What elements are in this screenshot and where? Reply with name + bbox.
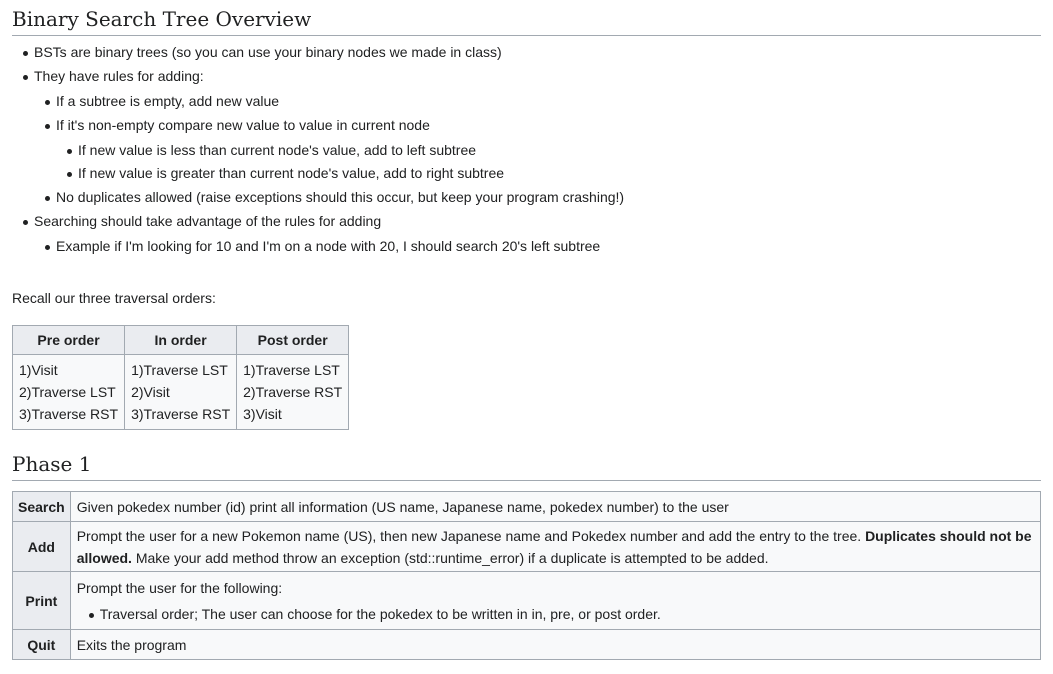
- list-item: If it's non-empty compare new value to v…: [45, 114, 1041, 184]
- list-item: No duplicates allowed (raise exceptions …: [45, 186, 1041, 208]
- add-text-1: Prompt the user for a new Pokemon name (…: [76, 527, 866, 544]
- row-label-search: Search: [12, 491, 71, 522]
- step: 1)Traverse LST: [243, 362, 340, 378]
- section-heading-phase-1: Phase 1: [12, 450, 1041, 481]
- search-description: Given pokedex number (id) print all info…: [69, 491, 1042, 522]
- list-item: Searching should take advantage of the r…: [23, 210, 1041, 257]
- step: 1)Traverse LST: [131, 362, 228, 378]
- table-header-row: Pre order In order Post order: [11, 325, 350, 355]
- table-row: Add Prompt the user for a new Pokemon na…: [12, 521, 1042, 572]
- row-label-print: Print: [12, 571, 71, 630]
- row-label-add: Add: [12, 521, 71, 572]
- section-heading-bst-overview: Binary Search Tree Overview: [12, 5, 1041, 36]
- table-row: Quit Exits the program: [12, 629, 1042, 660]
- in-order-steps: 1)Traverse LST 2)Visit 3)Traverse RST: [124, 354, 238, 430]
- compare-rules-list: If new value is less than current node's…: [56, 139, 1041, 184]
- list-item-text: They have rules for adding:: [34, 68, 204, 84]
- row-label-quit: Quit: [12, 629, 71, 660]
- list-item: BSTs are binary trees (so you can use yo…: [23, 41, 1041, 63]
- add-text-2: Make your add method throw an exception …: [131, 549, 769, 566]
- header-pre-order: Pre order: [11, 325, 126, 355]
- step: 3)Visit: [243, 406, 282, 422]
- step: 2)Visit: [131, 384, 170, 400]
- list-item: Example if I'm looking for 10 and I'm on…: [45, 235, 1041, 257]
- print-options-list: Traversal order; The user can choose for…: [77, 603, 1034, 625]
- table-row: Search Given pokedex number (id) print a…: [12, 491, 1042, 522]
- list-item: If new value is greater than current nod…: [67, 162, 1041, 184]
- post-order-steps: 1)Traverse LST 2)Traverse RST 3)Visit: [236, 354, 350, 430]
- page-content: Binary Search Tree Overview BSTs are bin…: [0, 0, 1053, 660]
- list-item: If a subtree is empty, add new value: [45, 90, 1041, 112]
- quit-description: Exits the program: [69, 629, 1042, 660]
- add-description: Prompt the user for a new Pokemon name (…: [69, 521, 1042, 572]
- traversal-table: Pre order In order Post order 1)Visit 2)…: [11, 325, 350, 430]
- list-item: They have rules for adding: If a subtree…: [23, 65, 1041, 208]
- print-text: Prompt the user for the following:: [76, 579, 283, 596]
- phase-1-table: Search Given pokedex number (id) print a…: [12, 491, 1042, 660]
- adding-rules-list: If a subtree is empty, add new value If …: [34, 90, 1041, 208]
- step: 2)Traverse LST: [19, 384, 116, 400]
- list-item-text: Searching should take advantage of the r…: [34, 213, 382, 229]
- list-item-text: If it's non-empty compare new value to v…: [56, 117, 430, 133]
- list-item: If new value is less than current node's…: [67, 139, 1041, 161]
- recall-paragraph: Recall our three traversal orders:: [12, 290, 216, 306]
- table-row: Print Prompt the user for the following:…: [12, 571, 1042, 630]
- list-item: Traversal order; The user can choose for…: [88, 603, 1034, 625]
- overview-list: BSTs are binary trees (so you can use yo…: [12, 41, 1041, 257]
- header-in-order: In order: [124, 325, 238, 355]
- header-post-order: Post order: [236, 325, 350, 355]
- step: 1)Visit: [19, 362, 58, 378]
- step: 3)Traverse RST: [131, 406, 231, 422]
- step: 3)Traverse RST: [19, 406, 119, 422]
- print-description: Prompt the user for the following: Trave…: [69, 571, 1042, 630]
- step: 2)Traverse RST: [243, 384, 343, 400]
- search-rules-list: Example if I'm looking for 10 and I'm on…: [34, 235, 1041, 257]
- pre-order-steps: 1)Visit 2)Traverse LST 3)Traverse RST: [11, 354, 126, 430]
- table-row: 1)Visit 2)Traverse LST 3)Traverse RST 1)…: [11, 354, 350, 430]
